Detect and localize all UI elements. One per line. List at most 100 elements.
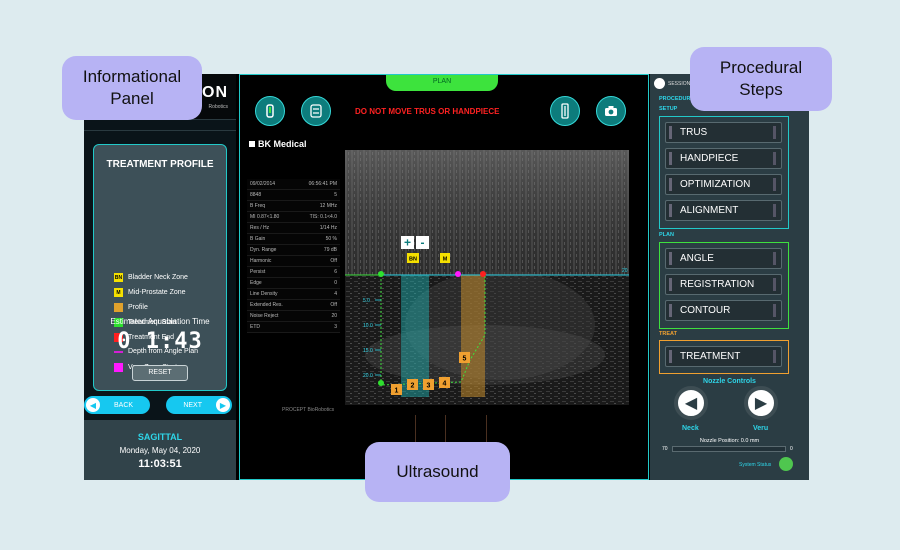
profile-marker-label: 1 [395,388,399,395]
param-key: 8848 [250,192,262,198]
nozzle-position-track [672,446,786,452]
camera-icon [605,106,617,116]
plan-tab[interactable]: PLAN [386,75,498,91]
step-contour[interactable]: CONTOUR [665,300,782,321]
back-button[interactable]: ◀ BACK [84,396,150,414]
treat-heading: TREAT [659,331,677,337]
param-row: 09/02/2014 06:56:41 PM [247,179,340,190]
param-row: MI 0.87<1.80 TIS: 0.1<4.0 [247,212,340,223]
handpiece-icon [561,103,569,119]
param-key: Harmonic [250,258,272,264]
callout-informational-text: Informational Panel [82,67,182,108]
legend-swatch [114,363,123,372]
legend-item: BN Bladder Neck Zone [114,273,188,282]
param-key: Edge [250,280,262,286]
probe-icon [266,104,274,118]
param-row: B Gain 50 % [247,234,340,245]
depth-tick-label: 20.0 [363,373,373,379]
param-value: 4 [334,291,337,297]
arrow-right-icon: ▶ [216,398,230,412]
informational-panel: ON Robotics TREATMENT PROFILE BN Bladder … [84,74,236,480]
param-row: 8848 5 [247,190,340,201]
warning-message: DO NOT MOVE TRUS OR HANDPIECE [355,107,500,116]
brand-logo: ON [202,84,228,101]
param-value: 20 [331,313,337,319]
param-row: Persist 6 [247,267,340,278]
vendor-label: BK Medical [249,139,307,149]
param-key: B Gain [250,236,266,242]
depth-tick-label: 5.0 [363,298,370,304]
handpiece-icon-button[interactable] [550,96,580,126]
step-registration[interactable]: REGISTRATION [665,274,782,295]
param-row: Line Density 4 [247,289,340,300]
back-label: BACK [114,401,134,409]
user-avatar-icon [654,78,665,89]
nozzle-controls-title: Nozzle Controls [703,378,756,385]
step-angle[interactable]: ANGLE [665,248,782,269]
probe-icon-button[interactable] [255,96,285,126]
param-value: 1/14 Hz [319,225,337,231]
param-value: Off [330,258,337,264]
param-key: 09/02/2014 [250,181,276,187]
depth-tick-label: 10.0 [363,323,373,329]
legend-swatch: BN [114,273,123,282]
ultrasound-svg: + - BN M 1 2 3 4 5 5.0 10.0 15.0 20.0 20 [345,150,629,405]
param-value: 5 [334,192,337,198]
current-time: 11:03:51 [138,458,182,470]
legend-swatch [114,303,123,312]
bn-tag-text: BN [409,257,417,263]
chevron-right-icon: ▶ [754,395,768,412]
settings-sliders-button[interactable] [301,96,331,126]
treatment-start-marker[interactable] [378,271,384,277]
next-label: NEXT [183,401,202,409]
step-optimization[interactable]: OPTIMIZATION [665,174,782,195]
legend-item: M Mid-Prostate Zone [114,288,186,297]
session-indicator[interactable]: SESSION [654,78,690,89]
setup-group: TRUS HANDPIECE OPTIMIZATION ALIGNMENT [659,116,789,229]
treatment-end-marker[interactable] [480,271,486,277]
procedure-heading: PROCEDURE [659,96,695,102]
param-value: Off [330,302,337,308]
ultrasound-panel: PLAN DO NOT MOVE TRUS OR HANDPIECE BK Me… [239,74,649,480]
param-value: 3 [334,324,337,330]
reset-button[interactable]: RESET [132,365,188,381]
step-alignment[interactable]: ALIGNMENT [665,200,782,221]
arrow-left-icon: ◀ [86,398,100,412]
callout-informational-panel: Informational Panel [62,56,202,120]
depth-tick-label: 15.0 [363,348,373,354]
veru-button[interactable]: ▶ [744,386,778,420]
current-date: Monday, May 04, 2020 [119,446,201,455]
legend-label: Bladder Neck Zone [128,274,188,281]
m-tag-text: M [443,257,448,263]
param-key: Line Density [250,291,278,297]
step-treatment[interactable]: TREATMENT [665,346,782,367]
range-min: 70 [662,446,668,452]
param-key: Extended Res. [250,302,283,308]
veru-zone-marker[interactable] [455,271,461,277]
param-row: Dyn. Range 79 dB [247,245,340,256]
next-button[interactable]: NEXT ▶ [166,396,232,414]
step-trus[interactable]: TRUS [665,122,782,143]
brand-sub: Robotics [208,104,228,110]
param-row: Harmonic Off [247,256,340,267]
setup-heading: SETUP [659,106,678,112]
system-status-indicator [779,457,793,471]
neck-button[interactable]: ◀ [674,386,708,420]
profile-title: TREATMENT PROFILE [106,159,214,170]
callout-ultrasound: Ultrasound [365,442,510,502]
legend-swatch: M [114,288,123,297]
treatment-profile-box: TREATMENT PROFILE BN Bladder Neck Zone M Mi… [93,144,227,391]
zoom-out-label: - [421,236,425,250]
param-value: 79 dB [323,247,337,253]
param-row: Extended Res. Off [247,300,340,311]
step-handpiece[interactable]: HANDPIECE [665,148,782,169]
camera-button[interactable] [596,96,626,126]
profile-marker-label: 4 [443,381,447,388]
param-value: 50 % [325,236,337,242]
mid-prostate-zone [461,275,485,397]
depth-start-marker[interactable] [378,380,384,386]
view-info: SAGITTAL Monday, May 04, 2020 11:03:51 [84,420,236,480]
param-key: MI 0.87<1.80 [250,214,280,220]
profile-marker-label: 2 [411,383,415,390]
plan-group: ANGLE REGISTRATION CONTOUR [659,242,789,329]
